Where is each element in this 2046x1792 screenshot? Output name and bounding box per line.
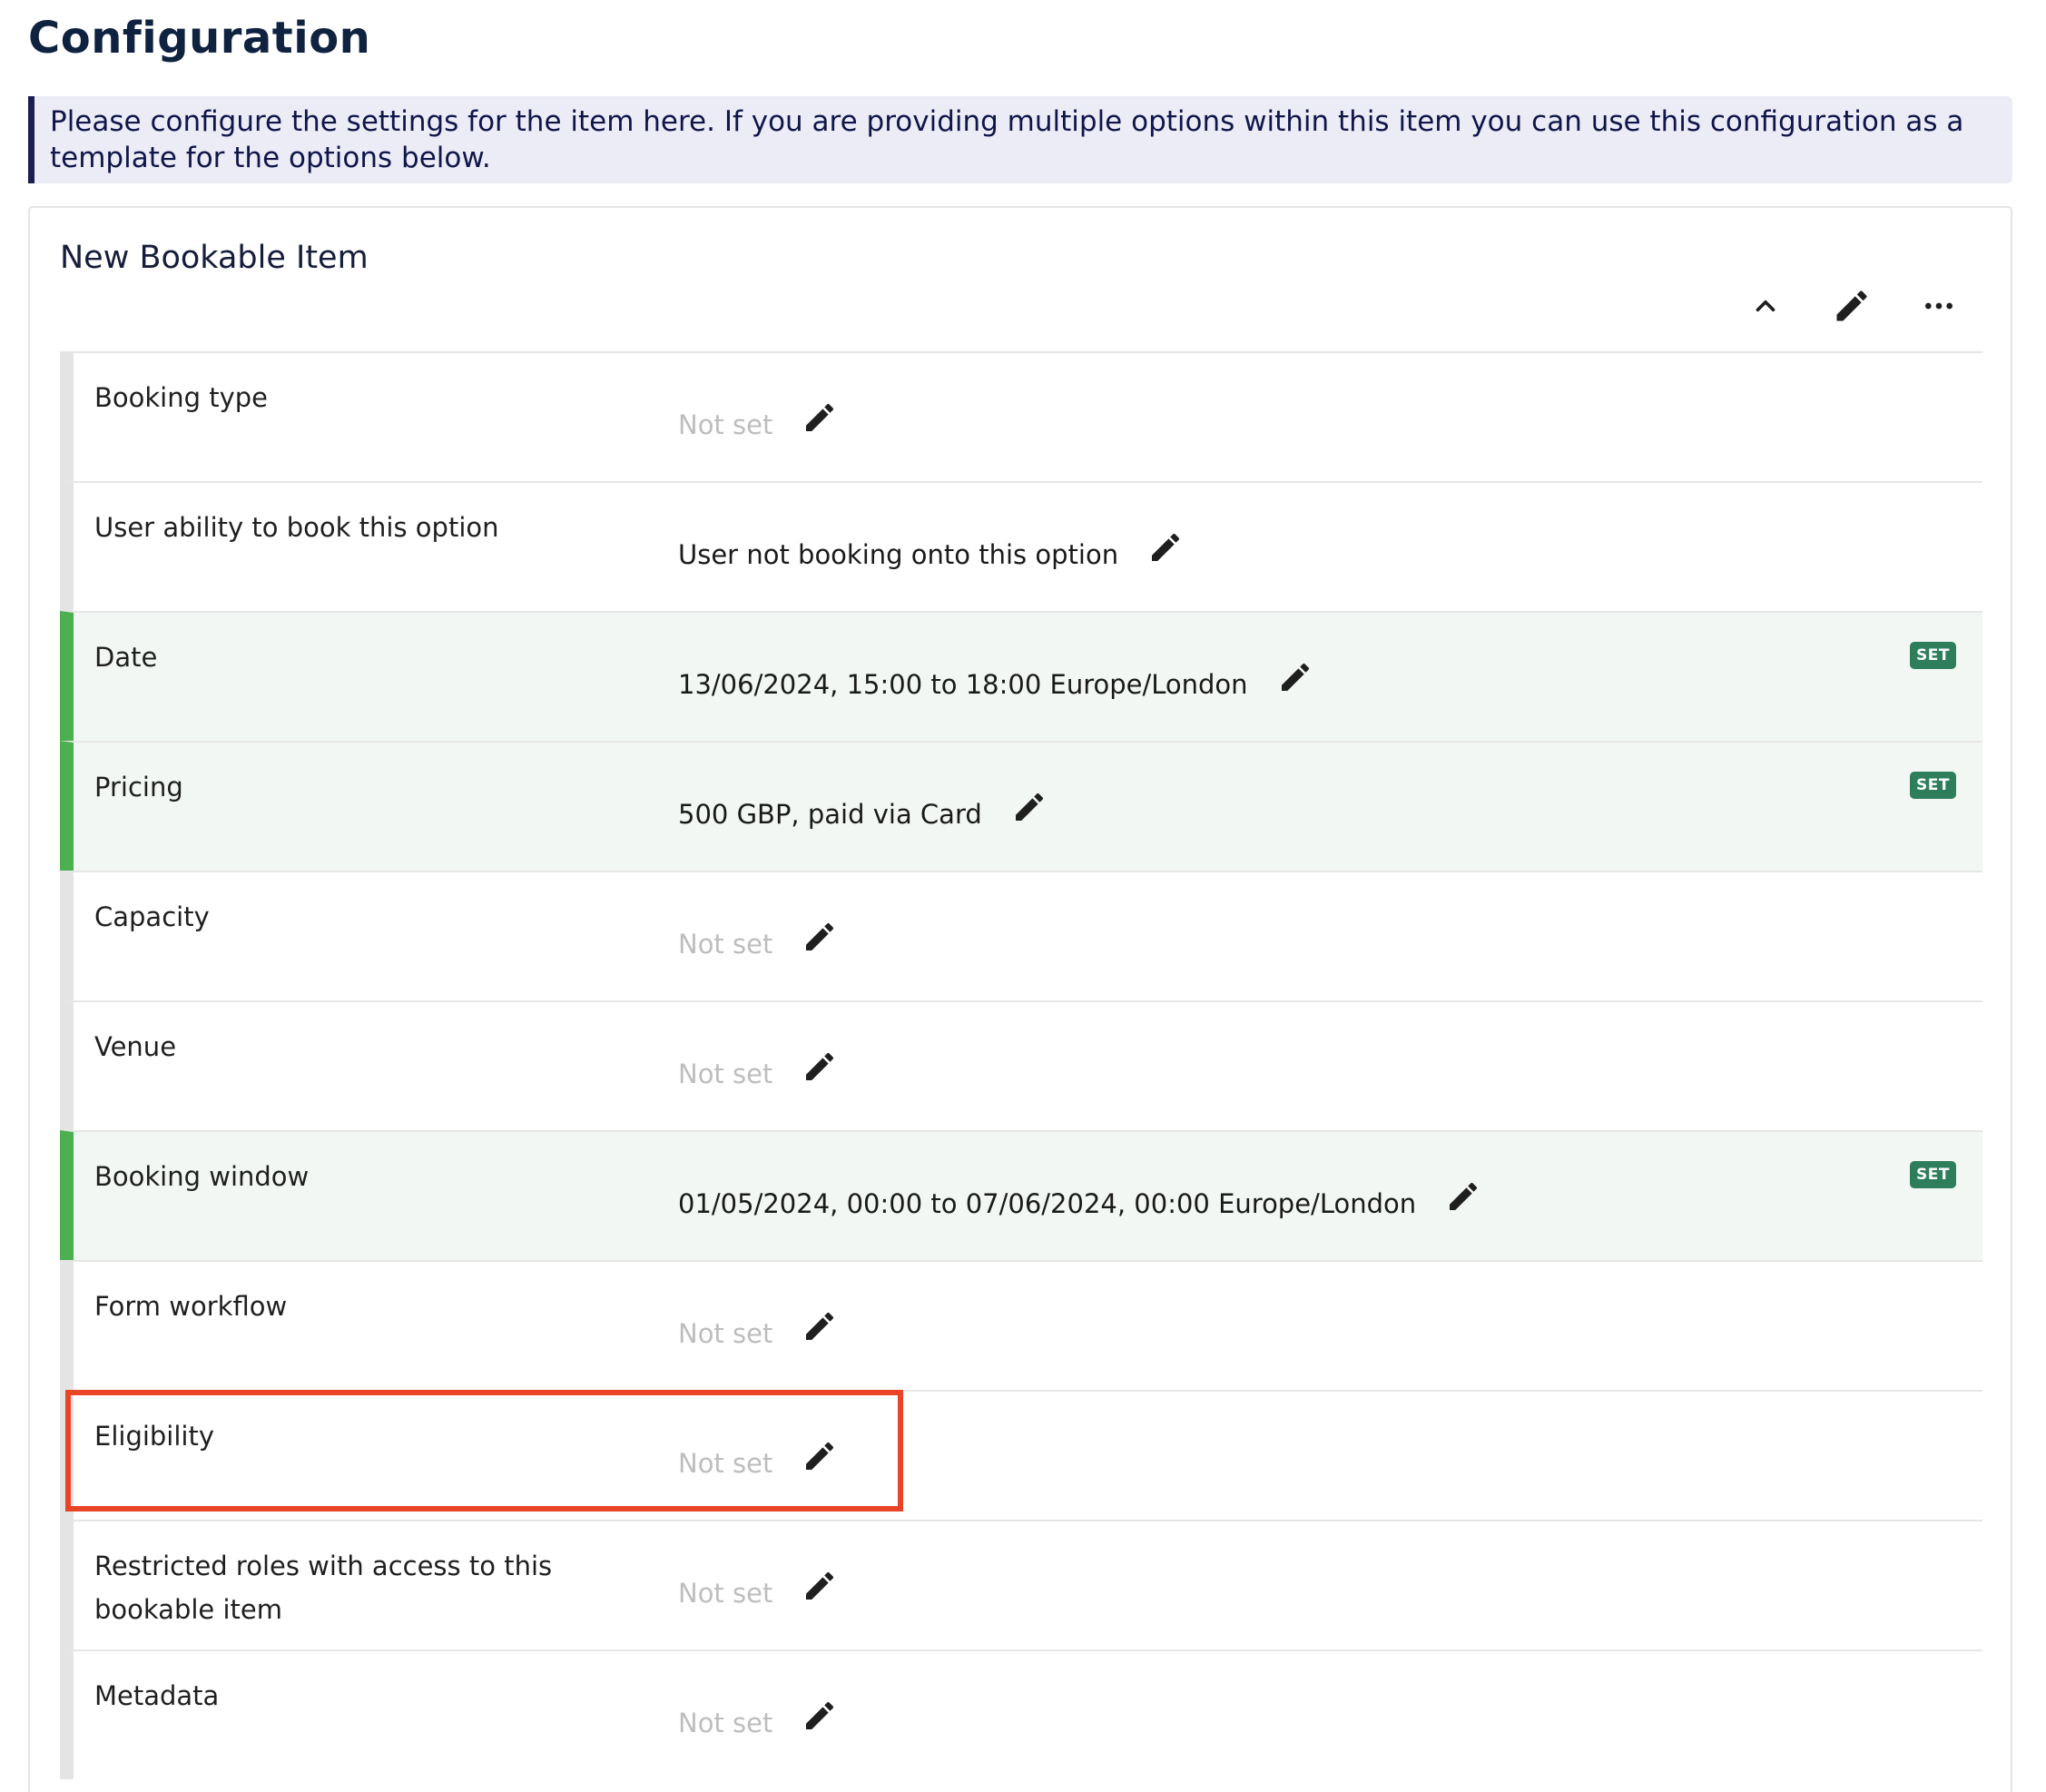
setting-value-group: 01/05/2024, 00:00 to 07/06/2024, 00:00 E… <box>678 1182 1485 1226</box>
edit-pricing-button[interactable] <box>1008 785 1051 829</box>
pencil-icon <box>806 403 834 431</box>
pencil-icon <box>806 1701 834 1729</box>
info-banner: Please configure the settings for the it… <box>28 96 2012 183</box>
chevron-up-icon <box>1756 300 1775 312</box>
collapse-button[interactable] <box>1740 281 1791 331</box>
setting-value: Not set <box>678 1578 773 1609</box>
setting-value: Not set <box>678 1708 773 1738</box>
configuration-page: Configuration Please configure the setti… <box>0 0 2046 1792</box>
pencil-icon <box>1836 290 1867 321</box>
edit-capacity-button[interactable] <box>798 915 841 959</box>
edit-date-button[interactable] <box>1274 655 1317 699</box>
edit-restricted-roles-with-button[interactable] <box>798 1564 841 1608</box>
setting-value: 13/06/2024, 15:00 to 18:00 Europe/London <box>678 669 1248 700</box>
setting-value: Not set <box>678 409 773 440</box>
setting-label: Eligibility <box>94 1421 215 1452</box>
edit-booking-type-button[interactable] <box>798 396 841 439</box>
more-horizontal-icon <box>1925 302 1953 310</box>
setting-value-group: Not set <box>678 403 841 447</box>
setting-row-eligibility: Eligibility Not set <box>60 1390 1982 1520</box>
set-badge: SET <box>1910 642 1956 669</box>
edit-venue-button[interactable] <box>798 1045 841 1088</box>
edit-eligibility-button[interactable] <box>798 1434 841 1478</box>
setting-row-booking-type: Booking type Not set <box>60 351 1982 481</box>
edit-form-workflow-button[interactable] <box>798 1305 841 1348</box>
setting-row-metadata: Metadata Not set <box>60 1649 1982 1779</box>
setting-value-group: Not set <box>678 1052 841 1096</box>
setting-value-group: User not booking onto this option <box>678 533 1187 576</box>
setting-row-restricted-roles-with: Restricted roles with access to this boo… <box>60 1520 1982 1649</box>
setting-row-booking-window: Booking window 01/05/2024, 00:00 to 07/06… <box>60 1130 1982 1260</box>
pencil-icon <box>806 1052 834 1080</box>
setting-row-venue: Venue Not set <box>60 1000 1982 1130</box>
setting-label: Capacity <box>94 901 210 932</box>
setting-value: 500 GBP, paid via Card <box>678 799 982 830</box>
setting-value: Not set <box>678 1058 773 1089</box>
setting-label: User ability to book this option <box>94 512 499 543</box>
edit-booking-window-button[interactable] <box>1441 1175 1485 1218</box>
setting-row-form-workflow: Form workflow Not set <box>60 1260 1982 1390</box>
pencil-icon <box>1015 793 1043 821</box>
settings-list: Booking type Not set User ability to book … <box>60 351 1982 1779</box>
more-options-button[interactable] <box>1913 281 1964 331</box>
setting-value-group: Not set <box>678 922 841 966</box>
setting-label: Form workflow <box>94 1291 288 1322</box>
setting-label: Restricted roles with access to this boo… <box>94 1551 553 1625</box>
setting-value: Not set <box>678 929 773 960</box>
pencil-icon <box>1152 533 1180 561</box>
setting-value: 01/05/2024, 00:00 to 07/06/2024, 00:00 E… <box>678 1188 1417 1219</box>
pencil-icon <box>806 1312 834 1340</box>
setting-label: Booking type <box>94 382 269 413</box>
setting-row-capacity: Capacity Not set <box>60 871 1982 1000</box>
set-badge: SET <box>1910 772 1956 799</box>
setting-row-user-ability-to: User ability to book this option User not… <box>60 481 1982 611</box>
setting-value-group: 13/06/2024, 15:00 to 18:00 Europe/London <box>678 663 1317 706</box>
pencil-icon <box>1450 1182 1478 1210</box>
setting-label: Booking window <box>94 1161 310 1192</box>
bookable-item-card: New Bookable Item Booking type Not set U… <box>28 206 2012 1792</box>
setting-label: Pricing <box>94 772 183 802</box>
pencil-icon <box>806 1571 834 1600</box>
setting-label: Venue <box>94 1031 177 1062</box>
setting-value-group: Not set <box>678 1312 841 1355</box>
pencil-icon <box>806 1442 834 1470</box>
edit-user-ability-to-button[interactable] <box>1144 526 1187 569</box>
edit-item-button[interactable] <box>1826 281 1877 331</box>
setting-row-date: Date 13/06/2024, 15:00 to 18:00 Europe/Lo… <box>60 611 1982 741</box>
setting-row-pricing: Pricing 500 GBP, paid via Card SET <box>60 741 1982 871</box>
edit-metadata-button[interactable] <box>798 1694 841 1738</box>
setting-value: Not set <box>678 1318 773 1349</box>
pencil-icon <box>1281 663 1309 691</box>
pencil-icon <box>806 922 834 950</box>
page-title: Configuration <box>28 13 371 64</box>
setting-label: Date <box>94 642 158 673</box>
setting-value-group: Not set <box>678 1701 841 1745</box>
card-title: New Bookable Item <box>60 240 369 276</box>
setting-value-group: Not set <box>678 1571 841 1615</box>
set-badge: SET <box>1910 1161 1956 1188</box>
setting-value-group: Not set <box>678 1442 841 1485</box>
setting-label: Metadata <box>94 1680 220 1711</box>
setting-value: User not booking onto this option <box>678 539 1119 570</box>
setting-value: Not set <box>678 1448 773 1479</box>
setting-value-group: 500 GBP, paid via Card <box>678 793 1051 836</box>
